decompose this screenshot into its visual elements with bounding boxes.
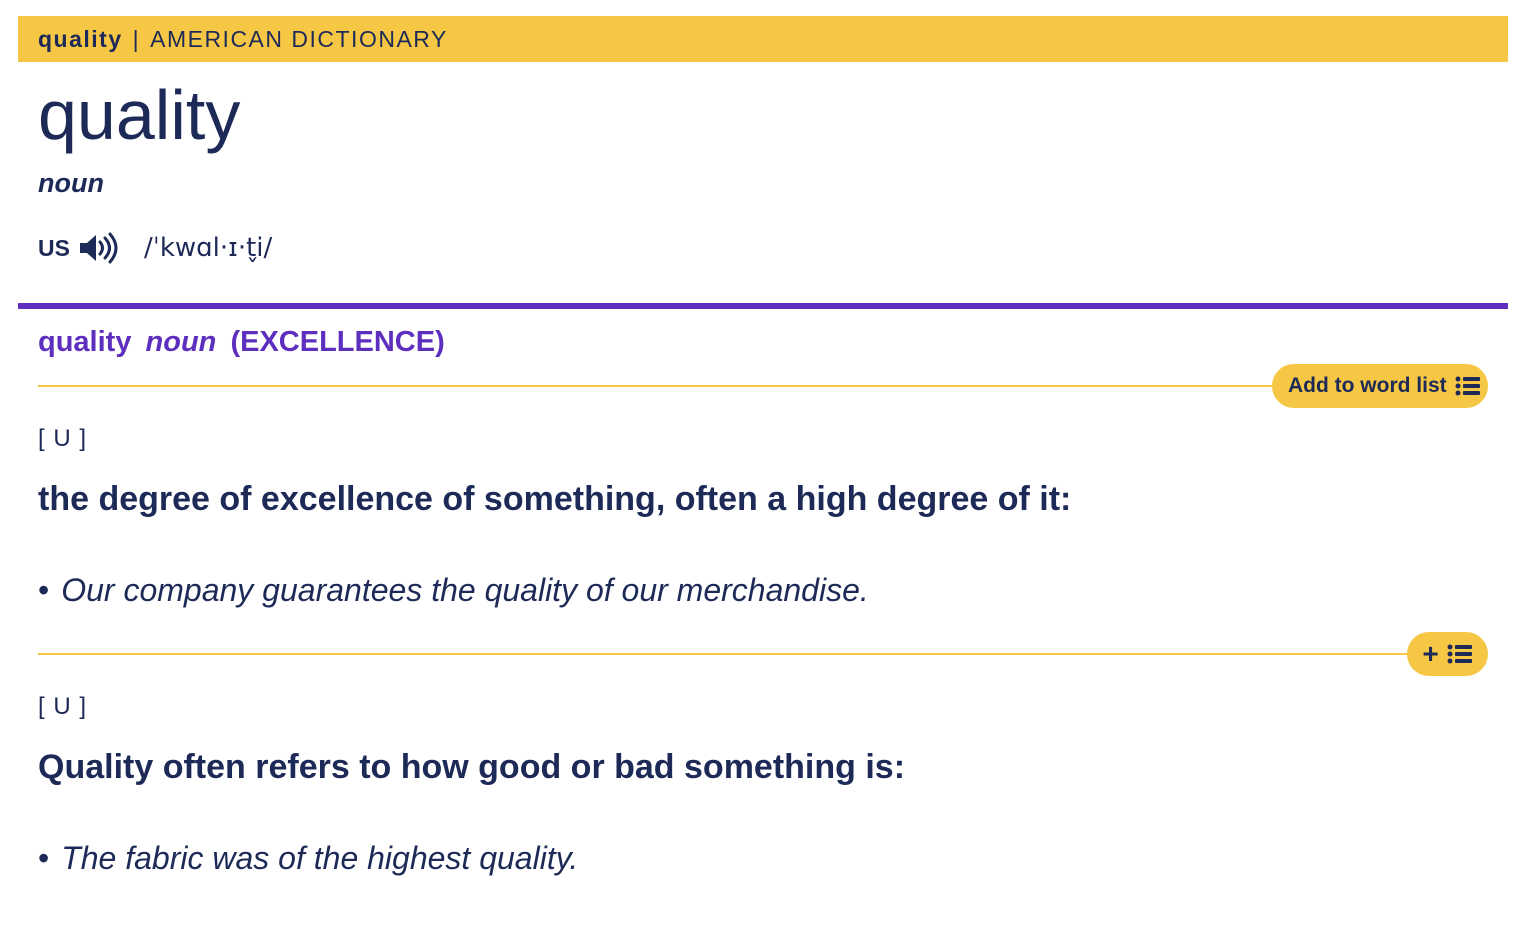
section-divider bbox=[18, 303, 1508, 309]
definition-divider bbox=[38, 653, 1410, 655]
grammar-code: [ U ] bbox=[38, 425, 88, 452]
pronunciation-ipa: /ˈkwɑl·ɪ·t̬i/ bbox=[143, 233, 273, 263]
plus-icon: + bbox=[1422, 638, 1439, 669]
definition-text: the degree of excellence of something, o… bbox=[38, 480, 1072, 518]
list-icon bbox=[1447, 644, 1473, 664]
definition-divider bbox=[38, 385, 1278, 387]
sense-guideword: (EXCELLENCE) bbox=[230, 326, 445, 358]
sense-headword: quality bbox=[38, 326, 132, 358]
speaker-icon[interactable] bbox=[78, 231, 118, 265]
dictionary-banner: quality | AMERICAN DICTIONARY bbox=[18, 16, 1508, 62]
pronunciation-row: US /ˈkwɑl·ɪ·t̬i/ bbox=[38, 228, 272, 268]
add-definition-to-list-button[interactable]: + bbox=[1407, 632, 1488, 676]
list-icon bbox=[1455, 376, 1481, 396]
banner-dictionary-name: AMERICAN DICTIONARY bbox=[150, 25, 448, 52]
definition-text: Quality often refers to how good or bad … bbox=[38, 748, 906, 786]
banner-separator: | bbox=[132, 25, 141, 52]
sense-part-of-speech: noun bbox=[145, 326, 217, 358]
add-to-word-list-button[interactable]: Add to word list bbox=[1272, 364, 1488, 408]
add-to-word-list-label: Add to word list bbox=[1288, 374, 1447, 397]
example-text: The fabric was of the highest quality. bbox=[61, 840, 579, 876]
pronunciation-region: US bbox=[38, 234, 70, 261]
grammar-code: [ U ] bbox=[38, 693, 88, 720]
entry-part-of-speech: noun bbox=[38, 168, 104, 198]
example-sentence: • Our company guarantees the quality of o… bbox=[38, 572, 869, 609]
sense-title: quality noun (EXCELLENCE) bbox=[38, 326, 445, 359]
banner-headword: quality bbox=[38, 25, 123, 52]
entry-headword: quality bbox=[38, 76, 241, 154]
example-text: Our company guarantees the quality of ou… bbox=[61, 572, 869, 608]
example-sentence: • The fabric was of the highest quality. bbox=[38, 840, 578, 877]
example-bullet: • bbox=[38, 572, 50, 608]
example-bullet: • bbox=[38, 840, 50, 876]
